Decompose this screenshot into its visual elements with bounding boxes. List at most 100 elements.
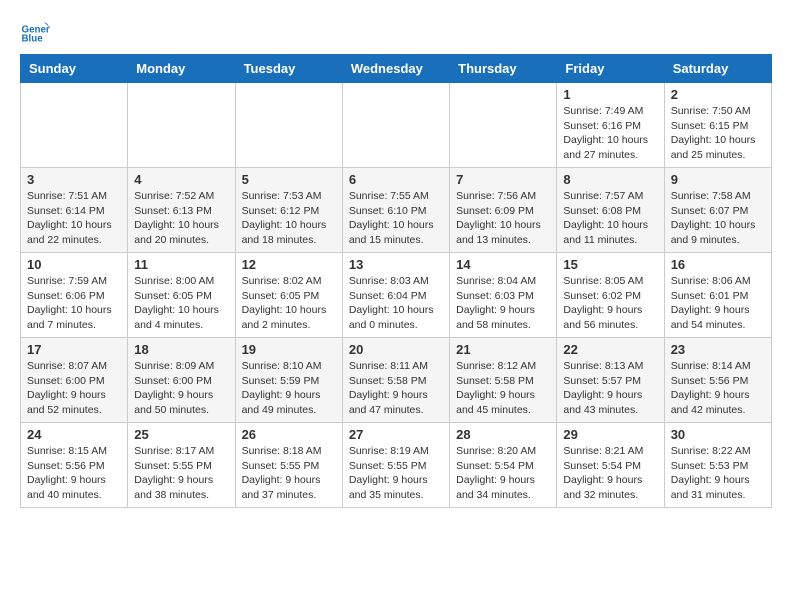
day-cell: 4Sunrise: 7:52 AM Sunset: 6:13 PM Daylig… [128,168,235,253]
weekday-header-monday: Monday [128,55,235,83]
week-row-4: 17 Sunrise: 8:07 AM Sunset: 6:00 PM Dayli… [21,338,772,423]
day-cell: 1 Sunrise: 7:49 AM Sunset: 6:16 PM Daylig… [557,83,664,168]
day-number: 12 [242,257,336,272]
day-number: 9 [671,172,765,187]
weekday-header-saturday: Saturday [664,55,771,83]
header: General Blue [20,16,772,46]
day-number: 5 [242,172,336,187]
day-cell: 7 Sunrise: 7:56 AM Sunset: 6:09 PM Daylig… [450,168,557,253]
day-info: Sunrise: 7:55 AM Sunset: 6:10 PM Dayligh… [349,189,443,248]
day-info: Sunrise: 8:20 AM Sunset: 5:54 PM Dayligh… [456,444,550,503]
svg-text:Blue: Blue [22,34,44,45]
day-cell: 23 Sunrise: 8:14 AM Sunset: 5:56 PM Dayli… [664,338,771,423]
day-cell: 29 Sunrise: 8:21 AM Sunset: 5:54 PM Dayli… [557,423,664,508]
day-cell: 16Sunrise: 8:06 AM Sunset: 6:01 PM Dayli… [664,253,771,338]
weekday-header-tuesday: Tuesday [235,55,342,83]
day-info: Sunrise: 7:51 AM Sunset: 6:14 PM Dayligh… [27,189,121,248]
day-number: 29 [563,427,657,442]
day-info: Sunrise: 8:18 AM Sunset: 5:55 PM Dayligh… [242,444,336,503]
day-info: Sunrise: 7:52 AM Sunset: 6:13 PM Dayligh… [134,189,228,248]
day-number: 26 [242,427,336,442]
day-info: Sunrise: 8:07 AM Sunset: 6:00 PM Dayligh… [27,359,121,418]
day-info: Sunrise: 7:49 AM Sunset: 6:16 PM Dayligh… [563,104,657,163]
day-info: Sunrise: 8:12 AM Sunset: 5:58 PM Dayligh… [456,359,550,418]
day-number: 22 [563,342,657,357]
day-cell [235,83,342,168]
day-number: 3 [27,172,121,187]
day-number: 20 [349,342,443,357]
day-number: 6 [349,172,443,187]
day-cell: 10 Sunrise: 7:59 AM Sunset: 6:06 PM Dayli… [21,253,128,338]
day-cell: 19 Sunrise: 8:10 AM Sunset: 5:59 PM Dayli… [235,338,342,423]
day-cell: 14 Sunrise: 8:04 AM Sunset: 6:03 PM Dayli… [450,253,557,338]
calendar-body: 1 Sunrise: 7:49 AM Sunset: 6:16 PM Daylig… [21,83,772,508]
day-cell: 25 Sunrise: 8:17 AM Sunset: 5:55 PM Dayli… [128,423,235,508]
day-number: 28 [456,427,550,442]
day-number: 8 [563,172,657,187]
day-cell: 15Sunrise: 8:05 AM Sunset: 6:02 PM Dayli… [557,253,664,338]
logo-icon: General Blue [20,16,50,46]
day-cell: 3 Sunrise: 7:51 AM Sunset: 6:14 PM Daylig… [21,168,128,253]
day-number: 27 [349,427,443,442]
day-number: 17 [27,342,121,357]
day-cell: 2Sunrise: 7:50 AM Sunset: 6:15 PM Daylig… [664,83,771,168]
day-cell: 12 Sunrise: 8:02 AM Sunset: 6:05 PM Dayli… [235,253,342,338]
day-number: 11 [134,257,228,272]
day-cell [450,83,557,168]
day-info: Sunrise: 7:57 AM Sunset: 6:08 PM Dayligh… [563,189,657,248]
logo: General Blue [20,16,56,46]
weekday-header-thursday: Thursday [450,55,557,83]
calendar-table: SundayMondayTuesdayWednesdayThursdayFrid… [20,54,772,508]
day-number: 19 [242,342,336,357]
day-number: 15 [563,257,657,272]
day-number: 10 [27,257,121,272]
day-cell: 28 Sunrise: 8:20 AM Sunset: 5:54 PM Dayli… [450,423,557,508]
day-info: Sunrise: 8:06 AM Sunset: 6:01 PM Dayligh… [671,274,765,333]
week-row-2: 3 Sunrise: 7:51 AM Sunset: 6:14 PM Daylig… [21,168,772,253]
day-info: Sunrise: 8:13 AM Sunset: 5:57 PM Dayligh… [563,359,657,418]
day-cell: 24Sunrise: 8:15 AM Sunset: 5:56 PM Dayli… [21,423,128,508]
day-number: 23 [671,342,765,357]
day-info: Sunrise: 8:09 AM Sunset: 6:00 PM Dayligh… [134,359,228,418]
week-row-5: 24Sunrise: 8:15 AM Sunset: 5:56 PM Dayli… [21,423,772,508]
day-cell [342,83,449,168]
day-cell: 6 Sunrise: 7:55 AM Sunset: 6:10 PM Daylig… [342,168,449,253]
day-number: 14 [456,257,550,272]
day-number: 7 [456,172,550,187]
day-info: Sunrise: 8:14 AM Sunset: 5:56 PM Dayligh… [671,359,765,418]
day-cell: 11 Sunrise: 8:00 AM Sunset: 6:05 PM Dayli… [128,253,235,338]
day-number: 30 [671,427,765,442]
day-info: Sunrise: 8:21 AM Sunset: 5:54 PM Dayligh… [563,444,657,503]
day-cell: 20 Sunrise: 8:11 AM Sunset: 5:58 PM Dayli… [342,338,449,423]
day-number: 13 [349,257,443,272]
day-cell: 17 Sunrise: 8:07 AM Sunset: 6:00 PM Dayli… [21,338,128,423]
weekday-header-wednesday: Wednesday [342,55,449,83]
day-number: 2 [671,87,765,102]
week-row-1: 1 Sunrise: 7:49 AM Sunset: 6:16 PM Daylig… [21,83,772,168]
day-number: 1 [563,87,657,102]
day-info: Sunrise: 8:22 AM Sunset: 5:53 PM Dayligh… [671,444,765,503]
day-info: Sunrise: 8:00 AM Sunset: 6:05 PM Dayligh… [134,274,228,333]
day-info: Sunrise: 8:17 AM Sunset: 5:55 PM Dayligh… [134,444,228,503]
day-info: Sunrise: 8:10 AM Sunset: 5:59 PM Dayligh… [242,359,336,418]
calendar-header: SundayMondayTuesdayWednesdayThursdayFrid… [21,55,772,83]
day-number: 18 [134,342,228,357]
day-number: 24 [27,427,121,442]
week-row-3: 10 Sunrise: 7:59 AM Sunset: 6:06 PM Dayli… [21,253,772,338]
day-info: Sunrise: 7:59 AM Sunset: 6:06 PM Dayligh… [27,274,121,333]
day-info: Sunrise: 8:11 AM Sunset: 5:58 PM Dayligh… [349,359,443,418]
day-cell: 9Sunrise: 7:58 AM Sunset: 6:07 PM Daylig… [664,168,771,253]
day-info: Sunrise: 7:56 AM Sunset: 6:09 PM Dayligh… [456,189,550,248]
day-number: 21 [456,342,550,357]
day-number: 25 [134,427,228,442]
day-cell: 27Sunrise: 8:19 AM Sunset: 5:55 PM Dayli… [342,423,449,508]
day-cell: 13Sunrise: 8:03 AM Sunset: 6:04 PM Dayli… [342,253,449,338]
day-cell: 21 Sunrise: 8:12 AM Sunset: 5:58 PM Dayli… [450,338,557,423]
weekday-header-sunday: Sunday [21,55,128,83]
day-info: Sunrise: 8:04 AM Sunset: 6:03 PM Dayligh… [456,274,550,333]
day-cell [21,83,128,168]
day-info: Sunrise: 8:02 AM Sunset: 6:05 PM Dayligh… [242,274,336,333]
weekday-header-friday: Friday [557,55,664,83]
weekday-row: SundayMondayTuesdayWednesdayThursdayFrid… [21,55,772,83]
day-cell: 18 Sunrise: 8:09 AM Sunset: 6:00 PM Dayli… [128,338,235,423]
